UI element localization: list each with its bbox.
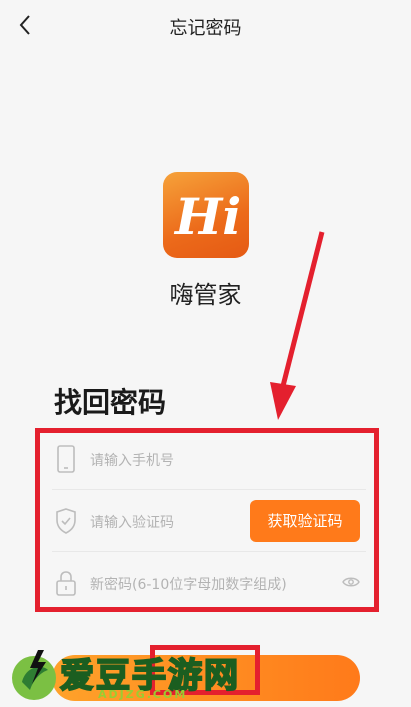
section-title: 找回密码 (54, 386, 167, 419)
app-logo: Hi (163, 172, 249, 258)
annotation-box (35, 428, 379, 612)
app-name: 嗨管家 (169, 281, 242, 309)
watermark-subtitle: ADJZG.COM (98, 688, 188, 701)
svg-text:Hi: Hi (173, 187, 241, 246)
header-bar: 忘记密码 (0, 0, 411, 50)
page-title: 忘记密码 (169, 18, 242, 39)
